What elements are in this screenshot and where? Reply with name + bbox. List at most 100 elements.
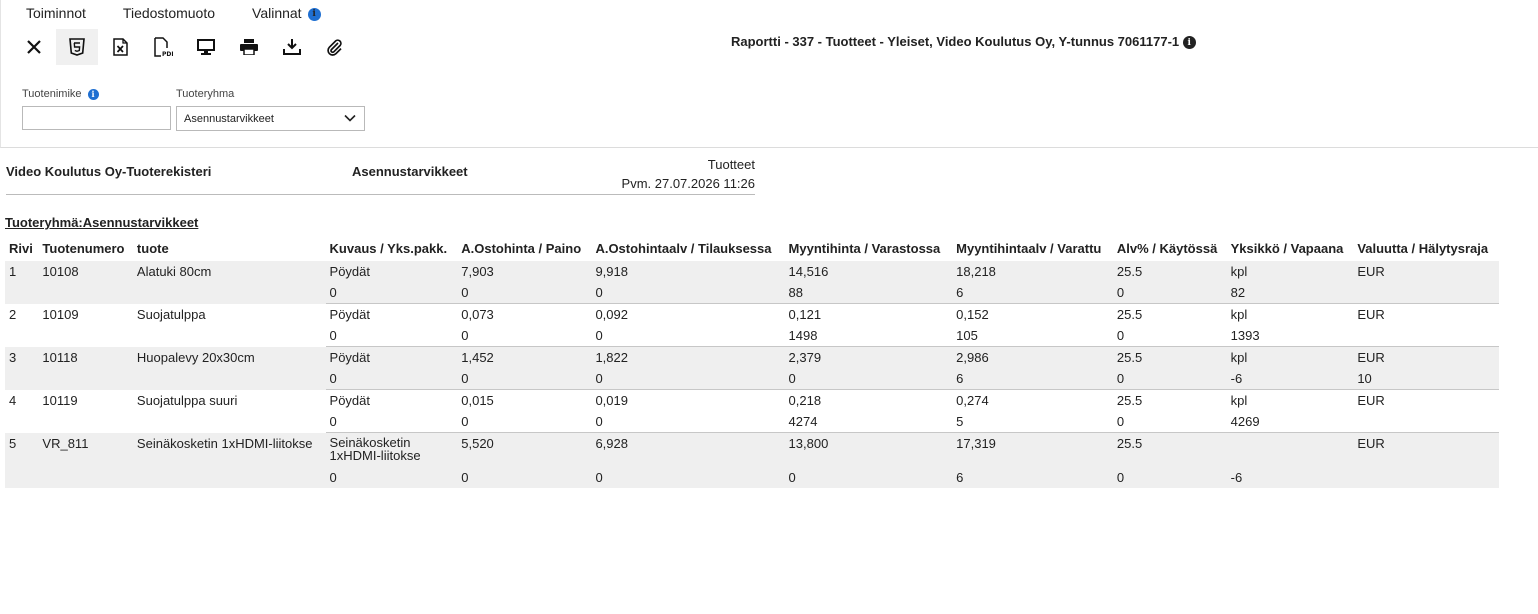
menu-valinnat[interactable]: Valinnat i [252,5,358,21]
table-cell: 14,516 [784,261,953,282]
download-button[interactable] [271,29,313,65]
report-title-text: Raportti - 337 - Tuotteet - Yleiset, Vid… [731,34,1180,49]
table-cell: 4 [5,389,39,411]
report-date: Pvm. 27.07.2026 11:26 [621,176,755,191]
screen-view-button[interactable] [185,29,227,65]
table-cell: 9,918 [591,261,785,282]
report-type: Tuotteet [707,157,755,172]
pdf-export-button[interactable]: PDF [142,29,184,65]
table-cell [5,368,39,390]
table-cell: 13,800 [784,432,953,467]
print-button[interactable] [228,29,270,65]
table-cell: 0,092 [591,303,785,325]
table-cell: 25.5 [1112,432,1227,467]
report-company: Video Koulutus Oy-Tuoterekisteri [6,164,212,179]
tuoteryhma-selected: Asennustarvikkeet [184,113,274,125]
table-cell [38,467,133,488]
table-cell: 1,452 [457,346,592,368]
table-cell: 0 [1112,467,1227,488]
column-header: Valuutta / Hälytysraja [1357,240,1489,256]
table-cell [1353,467,1499,488]
table-cell [1353,325,1499,347]
attach-button[interactable] [314,29,356,65]
info-icon[interactable]: i [87,88,99,100]
html5-icon [69,38,85,56]
table-cell: 18,218 [952,261,1113,282]
table-cell: 6 [952,467,1113,488]
table-cell: 0,218 [784,389,953,411]
report-group: Asennustarvikkeet [352,164,468,179]
table-cell: 4269 [1226,411,1354,433]
info-icon[interactable]: i [1182,36,1196,50]
table-cell: 0 [325,467,458,488]
tuoteryhma-select[interactable]: Asennustarvikkeet [176,106,365,131]
table-cell: 1393 [1226,325,1354,347]
close-button[interactable] [13,29,55,65]
table-header-row: Rivi Tuotenumero tuote Kuvaus / Yks.pakk. A.… [5,236,1499,261]
table-cell: EUR [1353,346,1499,368]
table-cell: 7,903 [457,261,592,282]
table-cell: Pöydät [325,261,458,282]
column-header: Yksikkö / Vapaana [1230,240,1344,256]
chevron-down-icon [344,114,356,122]
info-icon[interactable]: i [307,7,321,21]
table-cell: 0,152 [952,303,1113,325]
table-cell: 0 [325,411,458,433]
table-cell [5,467,39,488]
table-cell: EUR [1353,432,1499,467]
table-cell: Pöydät [325,346,458,368]
report-header: Video Koulutus Oy-Tuoterekisteri Asennus… [6,152,755,195]
table-cell: 0 [1112,325,1227,347]
table-cell: 4274 [784,411,953,433]
menu-valinnat-label: Valinnat [252,5,302,21]
table-cell: 1498 [784,325,953,347]
table-cell: 0 [457,467,592,488]
table-cell: 25.5 [1112,346,1227,368]
table-row-detail: 0 0 0 4274 5 0 4269 [5,411,1499,433]
html-export-button[interactable] [56,29,98,65]
column-header: Tuotenumero [42,240,125,256]
table-cell [5,325,39,347]
table-cell: 10 [1353,368,1499,390]
menu-tiedostomuoto[interactable]: Tiedostomuoto [123,5,215,21]
table-cell: kpl [1226,389,1354,411]
table-cell: 6,928 [591,432,785,467]
tuotenimike-label: Tuotenimike i [22,88,99,100]
table-cell: 3 [5,346,39,368]
table-cell: 0 [591,467,785,488]
table-cell: 0,019 [591,389,785,411]
print-icon [240,39,258,55]
excel-export-button[interactable] [99,29,141,65]
tuotenimike-input[interactable] [22,106,171,130]
table-row: 2 10109 Suojatulppa Pöydät 0,073 0,092 0,121 0,… [5,303,1499,325]
table-cell: 0 [1112,411,1227,433]
column-header: Myyntihintaalv / Varattu [956,240,1102,256]
table-cell: 2 [5,303,39,325]
table-cell: kpl [1226,346,1354,368]
table-cell [132,282,326,304]
table-cell: 0 [591,411,785,433]
table-cell: 10119 [38,389,133,411]
attachment-icon [327,39,342,56]
table-cell: 105 [952,325,1113,347]
table-cell: 0,121 [784,303,953,325]
table-row: 1 10108 Alatuki 80cm Pöydät 7,903 9,918 14,516… [5,261,1499,282]
table-cell: EUR [1353,389,1499,411]
table-cell: Pöydät [325,389,458,411]
table-cell: 0 [1112,282,1227,304]
products-table: Rivi Tuotenumero tuote Kuvaus / Yks.pakk. A.… [5,236,1499,488]
table-row-detail: 0 0 0 0 6 0 -6 [5,467,1499,488]
menu-toiminnot[interactable]: Toiminnot [26,5,86,21]
table-cell: Alatuki 80cm [132,261,326,282]
table-cell: EUR [1353,303,1499,325]
table-row: 5 VR_811 Seinäkosketin 1xHDMI-liitokse Sein… [5,432,1499,467]
table-cell: 25.5 [1112,303,1227,325]
table-cell: kpl [1226,303,1354,325]
report-meta: Tuotteet Pvm. 27.07.2026 11:26 [622,155,755,193]
table-cell: 5 [952,411,1113,433]
column-header: Myyntihinta / Varastossa [788,240,941,256]
table-cell: 5 [5,432,39,467]
table-cell [132,467,326,488]
table-cell [5,282,39,304]
close-icon [27,40,41,54]
